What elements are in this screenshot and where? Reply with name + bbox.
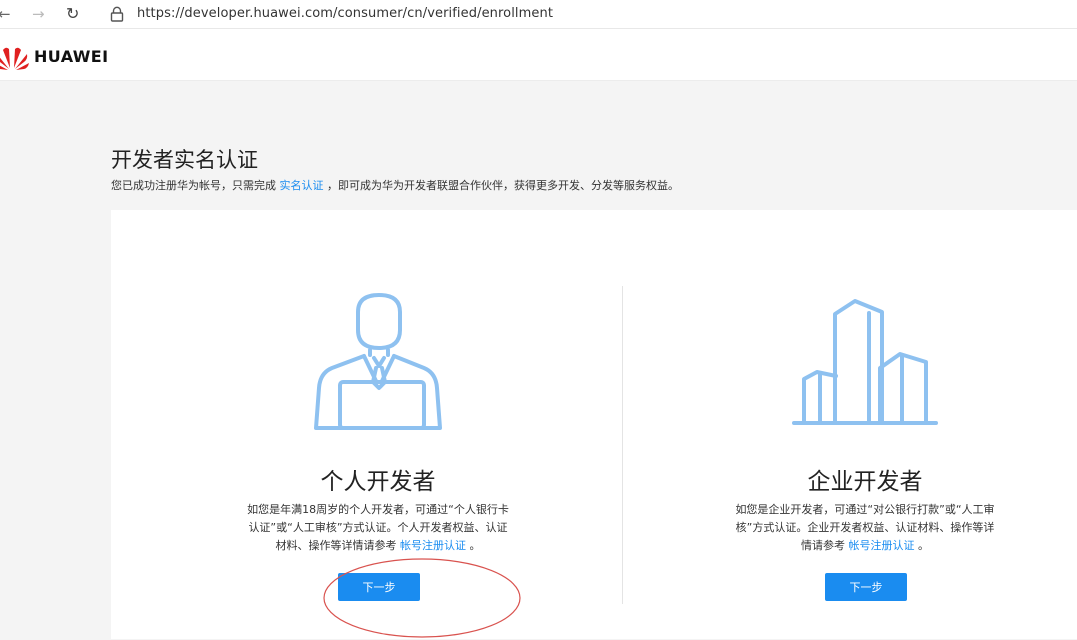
personal-desc-line: 材料、操作等详情请参考 帐号注册认证 。 [228,537,528,555]
huawei-logo-text[interactable]: HUAWEI [34,47,109,66]
forward-icon[interactable]: → [32,4,45,24]
developer-type-card: 个人开发者 如您是年满18周岁的个人开发者，可通过“个人银行卡 认证”或“人工审… [111,210,1077,639]
buildings-icon [792,296,938,426]
subtitle-text-before: 您已成功注册华为帐号，只需完成 [111,179,280,192]
developer-person-icon [313,290,443,432]
enterprise-developer-title: 企业开发者 [715,462,1015,496]
personal-account-auth-link[interactable]: 帐号注册认证 [400,539,466,552]
subtitle-text-after: ，即可成为华为开发者联盟合作伙伴，获得更多开发、分发等服务权益。 [324,179,680,192]
enterprise-account-auth-link[interactable]: 帐号注册认证 [849,539,915,552]
enterprise-developer-description: 如您是企业开发者，可通过“对公银行打款”或“人工审 核”方式认证。企业开发者权益… [715,501,1015,555]
browser-address-bar: ← → ↻ https://developer.huawei.com/consu… [0,0,1077,29]
real-name-auth-link[interactable]: 实名认证 [280,179,324,192]
enterprise-desc-line: 情请参考 帐号注册认证 。 [715,537,1015,555]
huawei-logo-icon[interactable] [0,44,30,70]
personal-desc-line: 认证”或“人工审核”方式认证。个人开发者权益、认证 [228,519,528,537]
enterprise-next-button[interactable]: 下一步 [825,573,907,601]
personal-developer-description: 如您是年满18周岁的个人开发者，可通过“个人银行卡 认证”或“人工审核”方式认证… [228,501,528,555]
enterprise-desc-line: 核”方式认证。企业开发者权益、认证材料、操作等详 [715,519,1015,537]
enterprise-desc-line: 如您是企业开发者，可通过“对公银行打款”或“人工审 [715,501,1015,519]
panel-divider [622,286,623,604]
page-subtitle: 您已成功注册华为帐号，只需完成 实名认证 ，即可成为华为开发者联盟合作伙伴，获得… [111,177,679,193]
page-title: 开发者实名认证 [111,144,258,174]
personal-developer-title: 个人开发者 [228,462,528,496]
back-icon[interactable]: ← [0,4,11,24]
site-header: HUAWEI [0,29,1077,81]
reload-icon[interactable]: ↻ [66,4,79,24]
lock-icon [110,6,124,22]
url-field[interactable]: https://developer.huawei.com/consumer/cn… [137,6,553,21]
annotation-ellipse [322,556,522,640]
personal-desc-line: 如您是年满18周岁的个人开发者，可通过“个人银行卡 [228,501,528,519]
